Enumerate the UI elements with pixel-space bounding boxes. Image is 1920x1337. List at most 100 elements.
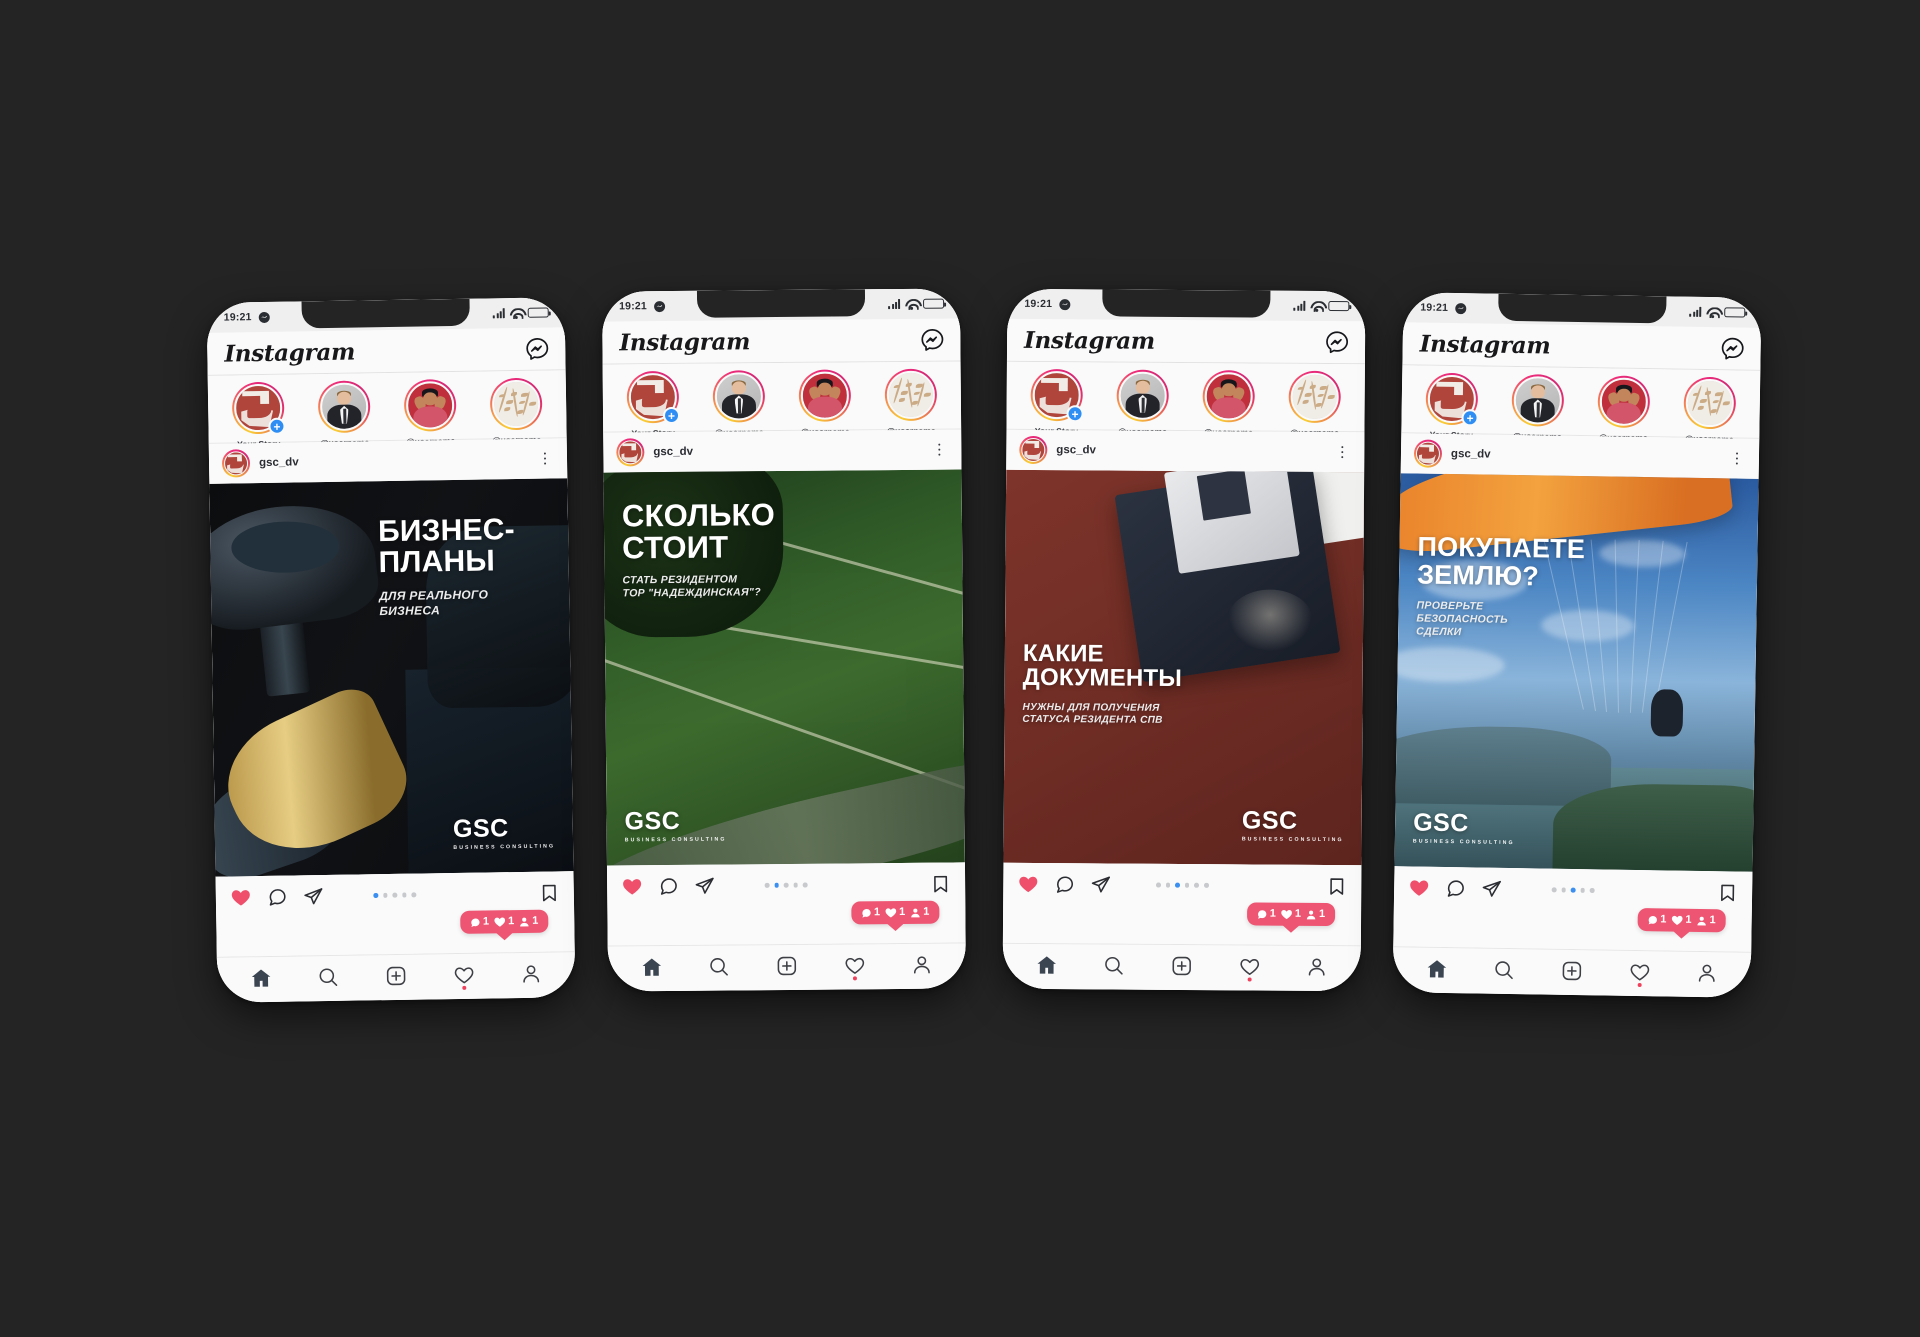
like-button[interactable] bbox=[621, 875, 643, 897]
post-author-username[interactable]: gsc_dv bbox=[653, 444, 922, 458]
tab-search[interactable] bbox=[307, 961, 349, 992]
story-item[interactable]: @username bbox=[1673, 376, 1746, 444]
story-ring[interactable] bbox=[1202, 370, 1255, 423]
post-author-username[interactable]: gsc_dv bbox=[1056, 444, 1325, 458]
carousel-dot[interactable] bbox=[382, 892, 388, 898]
story-item[interactable]: @username bbox=[703, 370, 776, 438]
story-ring[interactable] bbox=[1597, 375, 1651, 429]
save-button[interactable] bbox=[930, 873, 951, 894]
story-ring[interactable] bbox=[798, 369, 852, 422]
stories-tray[interactable]: + Your Story @username @username @userna… bbox=[1006, 361, 1365, 438]
story-item[interactable]: @username bbox=[1278, 370, 1350, 439]
share-button[interactable] bbox=[694, 875, 715, 896]
comment-button[interactable] bbox=[658, 875, 679, 896]
story-item[interactable]: @username bbox=[1587, 375, 1660, 443]
bottom-tab-bar[interactable] bbox=[1002, 942, 1361, 992]
more-options-icon[interactable] bbox=[537, 452, 553, 466]
like-button[interactable] bbox=[230, 886, 252, 908]
carousel-dot[interactable] bbox=[803, 882, 808, 888]
story-ring[interactable] bbox=[1511, 373, 1565, 427]
story-ring[interactable] bbox=[1683, 376, 1737, 430]
like-button[interactable] bbox=[1017, 873, 1039, 895]
tab-search[interactable] bbox=[698, 951, 740, 981]
carousel-dot[interactable] bbox=[764, 882, 770, 888]
post-author-avatar[interactable] bbox=[1019, 435, 1048, 465]
carousel-dot[interactable] bbox=[1203, 882, 1209, 888]
post-media[interactable]: СКОЛЬКО СТОИТ СТАТЬ РЕЗИДЕНТОМ ТОР "НАДЕЖД… bbox=[603, 469, 965, 866]
carousel-dot[interactable] bbox=[1155, 882, 1161, 888]
instagram-logo[interactable]: Instagram bbox=[1024, 326, 1155, 354]
stories-tray[interactable]: + Your Story @username @username @userna… bbox=[602, 361, 962, 438]
carousel-dot[interactable] bbox=[793, 882, 799, 888]
tab-profile[interactable] bbox=[510, 958, 552, 989]
bottom-tab-bar[interactable] bbox=[1392, 946, 1752, 998]
tab-home[interactable] bbox=[1025, 949, 1067, 979]
comment-button[interactable] bbox=[1445, 877, 1466, 898]
story-ring[interactable] bbox=[489, 377, 543, 431]
save-button[interactable] bbox=[1717, 882, 1738, 903]
story-item[interactable]: @username bbox=[394, 378, 467, 447]
story-ring[interactable] bbox=[1116, 369, 1169, 422]
messenger-button[interactable] bbox=[920, 328, 944, 352]
share-button[interactable] bbox=[1481, 878, 1502, 899]
story-item[interactable]: + Your Story bbox=[1415, 372, 1488, 440]
save-button[interactable] bbox=[1326, 875, 1347, 896]
tab-activity[interactable] bbox=[1228, 951, 1270, 981]
story-ring[interactable] bbox=[403, 378, 457, 432]
tab-create[interactable] bbox=[766, 950, 808, 980]
carousel-dot[interactable] bbox=[1570, 887, 1576, 893]
story-item[interactable]: + Your Story bbox=[222, 381, 295, 449]
messenger-button[interactable] bbox=[525, 336, 549, 360]
story-ring[interactable]: + bbox=[1425, 372, 1479, 427]
add-story-plus-icon[interactable]: + bbox=[1066, 405, 1084, 423]
story-ring[interactable]: + bbox=[626, 370, 681, 425]
comment-button[interactable] bbox=[1054, 874, 1075, 895]
instagram-logo[interactable]: Instagram bbox=[1420, 330, 1551, 359]
story-ring[interactable] bbox=[317, 380, 371, 434]
carousel-dot[interactable] bbox=[1165, 882, 1171, 888]
post-author-username[interactable]: gsc_dv bbox=[259, 453, 528, 469]
carousel-dot[interactable] bbox=[1551, 887, 1557, 893]
post-author-avatar[interactable] bbox=[221, 449, 251, 478]
tab-search[interactable] bbox=[1093, 950, 1135, 980]
carousel-dot[interactable] bbox=[373, 892, 378, 898]
tab-profile[interactable] bbox=[1296, 951, 1338, 981]
bottom-tab-bar[interactable] bbox=[607, 942, 967, 992]
more-options-icon[interactable] bbox=[1334, 445, 1350, 459]
more-options-icon[interactable] bbox=[931, 443, 947, 457]
carousel-dot[interactable] bbox=[1194, 882, 1199, 888]
post-media[interactable]: ПОКУПАЕТЕ ЗЕМЛЮ? ПРОВЕРЬТЕ БЕЗОПАСНОСТЬ СДЕ… bbox=[1394, 473, 1759, 872]
carousel-dot[interactable] bbox=[1561, 887, 1566, 893]
tab-create[interactable] bbox=[375, 960, 417, 991]
tab-activity[interactable] bbox=[833, 950, 875, 980]
tab-create[interactable] bbox=[1551, 955, 1593, 986]
tab-activity[interactable] bbox=[1618, 956, 1660, 987]
story-item[interactable]: @username bbox=[789, 369, 862, 437]
carousel-dot[interactable] bbox=[1590, 887, 1595, 893]
tab-home[interactable] bbox=[240, 962, 282, 993]
story-item[interactable]: @username bbox=[1192, 370, 1264, 438]
add-story-plus-icon[interactable]: + bbox=[1461, 409, 1479, 427]
story-item[interactable]: + Your Story bbox=[617, 370, 690, 439]
carousel-dot[interactable] bbox=[1175, 882, 1180, 888]
story-item[interactable]: @username bbox=[1501, 373, 1574, 442]
story-ring[interactable] bbox=[1288, 370, 1341, 424]
story-item[interactable]: + Your Story bbox=[1020, 368, 1092, 437]
add-story-plus-icon[interactable]: + bbox=[268, 417, 286, 435]
post-author-avatar[interactable] bbox=[616, 438, 645, 467]
share-button[interactable] bbox=[303, 886, 324, 907]
post-media[interactable]: БИЗНЕС- ПЛАНЫ ДЛЯ РЕАЛЬНОГО БИЗНЕСА GSC BU… bbox=[209, 478, 574, 877]
save-button[interactable] bbox=[539, 882, 560, 903]
tab-profile[interactable] bbox=[1686, 957, 1728, 988]
story-item[interactable]: @username bbox=[1106, 369, 1178, 437]
post-author-avatar[interactable] bbox=[1413, 439, 1443, 468]
share-button[interactable] bbox=[1090, 874, 1111, 895]
bottom-tab-bar[interactable] bbox=[216, 951, 576, 1003]
carousel-dot[interactable] bbox=[774, 882, 779, 888]
carousel-dot[interactable] bbox=[402, 892, 407, 898]
more-options-icon[interactable] bbox=[1729, 451, 1745, 465]
tab-activity[interactable] bbox=[442, 959, 484, 990]
instagram-logo[interactable]: Instagram bbox=[619, 328, 750, 356]
add-story-plus-icon[interactable]: + bbox=[662, 406, 681, 425]
post-media[interactable]: КАКИЕ ДОКУМЕНТЫ НУЖНЫ ДЛЯ ПОЛУЧЕНИЯ СТАТУС… bbox=[1003, 469, 1365, 866]
